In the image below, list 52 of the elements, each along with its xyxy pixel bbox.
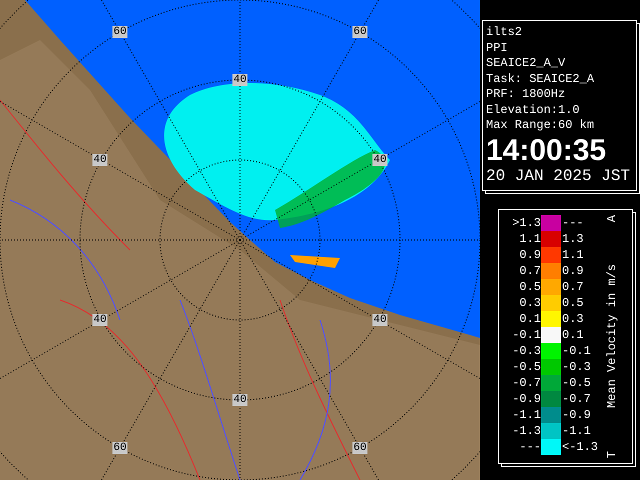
legend-label: -0.5: [511, 358, 541, 374]
info-line: PPI: [486, 40, 509, 56]
legend-label: 0.3: [561, 310, 585, 326]
legend-label: 1.1: [561, 246, 585, 262]
legend-label: >1.3: [511, 214, 541, 230]
info-line: PRF: 1800Hz: [486, 87, 566, 102]
legend-label: <-1.3: [561, 438, 600, 454]
range-label: 40: [372, 154, 388, 166]
legend-label: -0.9: [511, 390, 541, 406]
legend-mark: A: [605, 214, 619, 222]
legend-mark: T: [605, 451, 619, 458]
time-text: 14:00:35: [486, 136, 608, 166]
legend-label: 1.1: [518, 230, 541, 246]
info-line: Elevation:1.0: [486, 102, 581, 118]
range-label: 60: [352, 26, 368, 38]
legend-label: 0.5: [561, 294, 585, 310]
legend-label: 0.3: [518, 294, 541, 310]
legend-label: 0.1: [561, 326, 585, 342]
legend-label: -0.1: [511, 326, 541, 342]
info-line: ilts2: [486, 25, 524, 40]
range-label: 60: [112, 442, 128, 454]
info-line: Max Range:60 km: [486, 118, 596, 134]
range-label: 40: [372, 314, 388, 326]
legend-label: 0.5: [518, 278, 541, 294]
legend-label: -0.9: [561, 406, 592, 422]
legend-label: -0.7: [511, 374, 541, 390]
legend-label: -1.1: [561, 422, 592, 438]
legend-label: 0.7: [561, 278, 585, 294]
range-label: 60: [112, 26, 128, 38]
legend-title: Mean Velocity in m/s: [605, 264, 619, 409]
legend-label: 0.7: [518, 262, 541, 278]
legend-label: -0.3: [561, 358, 592, 374]
range-label: 40: [92, 314, 108, 326]
info-line: Task: SEAICE2_A: [486, 72, 596, 87]
range-label: 40: [92, 154, 108, 166]
info-line: SEAICE2_A_V: [486, 56, 566, 72]
legend-label: 0.1: [518, 310, 541, 326]
date-text: 20 JAN 2025 JST: [486, 166, 630, 186]
legend-label: -0.1: [561, 342, 592, 358]
range-label: 40: [232, 394, 248, 406]
legend-label: -0.5: [561, 374, 592, 390]
range-label: 60: [352, 442, 368, 454]
range-label: 40: [232, 74, 248, 86]
legend-label: -1.3: [511, 422, 541, 438]
legend-label: -1.1: [511, 406, 541, 422]
legend-label: ---: [561, 214, 585, 230]
legend-label: 0.9: [518, 246, 541, 262]
legend-label: ---: [518, 438, 541, 454]
legend-label: -0.7: [561, 390, 592, 406]
legend-label: 0.9: [561, 262, 585, 278]
legend-label: -0.3: [511, 342, 541, 358]
legend-label: 1.3: [561, 230, 585, 246]
